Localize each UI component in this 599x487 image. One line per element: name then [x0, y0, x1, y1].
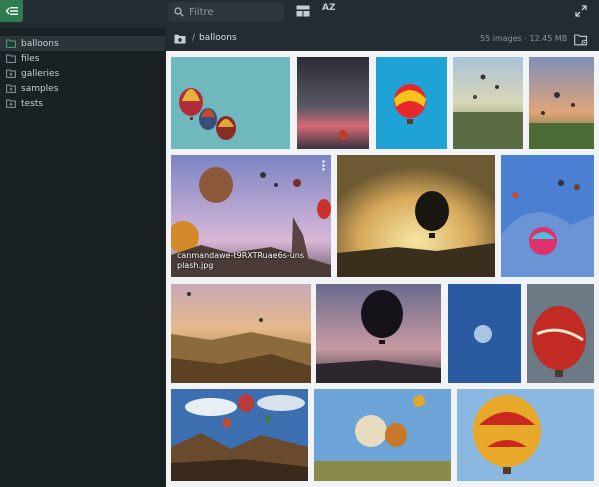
image-preview: [501, 155, 594, 277]
image-thumbnail[interactable]: [453, 57, 523, 149]
sidebar-item-label: tests: [21, 98, 43, 109]
layout-toggle-icon[interactable]: [296, 5, 310, 17]
image-thumbnail[interactable]: [337, 155, 495, 277]
image-grid: canmandawe-t9RXTRuae6s-unsplash.jpg: [166, 51, 599, 487]
image-thumbnail[interactable]: [527, 284, 594, 383]
image-preview: [527, 284, 594, 383]
image-preview: [457, 389, 594, 481]
image-preview: [448, 284, 521, 383]
image-filename: canmandawe-t9RXTRuae6s-unsplash.jpg: [177, 251, 305, 270]
image-preview: [529, 57, 594, 149]
image-thumbnail[interactable]: [376, 57, 447, 149]
sidebar-item-files[interactable]: files: [0, 51, 165, 66]
image-preview: [337, 155, 495, 277]
image-count: 55 images: [480, 34, 522, 43]
folder-plus-icon: [6, 84, 16, 93]
fullscreen-icon[interactable]: [575, 5, 587, 17]
image-preview: [171, 284, 311, 383]
image-thumbnail[interactable]: [314, 389, 451, 481]
menu-back-icon: [5, 7, 18, 15]
folder-open-icon: [6, 39, 16, 48]
sidebar-item-samples[interactable]: samples: [0, 81, 165, 96]
image-thumbnail[interactable]: [171, 57, 290, 149]
sidebar-item-label: samples: [21, 83, 59, 94]
folder-icon: [6, 54, 16, 63]
image-preview: [314, 389, 451, 481]
image-preview: [376, 57, 447, 149]
image-thumbnail[interactable]: [171, 284, 311, 383]
sidebar-item-balloons[interactable]: balloons: [0, 36, 165, 51]
folder-tree: balloons files galleries samples tests: [0, 28, 165, 487]
folder-settings-icon[interactable]: [574, 34, 588, 46]
folder-plus-icon: [6, 99, 16, 108]
image-thumbnail[interactable]: [316, 284, 441, 383]
more-options-icon[interactable]: [322, 160, 325, 171]
breadcrumb: / balloons 55 images · 12.45 MB: [166, 28, 599, 51]
file-gallery-app: AZ balloons files galleries: [0, 0, 599, 487]
image-preview: [316, 284, 441, 383]
sidebar-item-label: galleries: [21, 68, 60, 79]
folder-stats: 55 images · 12.45 MB: [480, 34, 568, 43]
image-thumbnail[interactable]: [529, 57, 594, 149]
image-preview: [171, 389, 308, 481]
sidebar-item-tests[interactable]: tests: [0, 96, 165, 111]
image-thumbnail[interactable]: [448, 284, 521, 383]
sort-button[interactable]: AZ: [322, 3, 336, 13]
image-preview: [453, 57, 523, 149]
search-icon: [174, 7, 184, 17]
image-thumbnail[interactable]: [457, 389, 594, 481]
image-preview: [171, 57, 290, 149]
sidebar-item-label: balloons: [21, 38, 59, 49]
folder-size: 12.45 MB: [529, 34, 568, 43]
search-input[interactable]: [189, 6, 279, 18]
image-thumbnail[interactable]: [501, 155, 594, 277]
sort-label: AZ: [322, 3, 336, 13]
sidebar-toggle-button[interactable]: [0, 0, 23, 22]
breadcrumb-current: balloons: [199, 33, 237, 43]
image-preview: [297, 57, 369, 149]
sidebar-item-galleries[interactable]: galleries: [0, 66, 165, 81]
top-toolbar: AZ: [0, 0, 599, 28]
folder-home-icon[interactable]: [174, 34, 186, 44]
image-thumbnail[interactable]: canmandawe-t9RXTRuae6s-unsplash.jpg: [171, 155, 331, 277]
sidebar-item-label: files: [21, 53, 40, 64]
breadcrumb-separator: /: [192, 33, 196, 43]
image-thumbnail[interactable]: [171, 389, 308, 481]
image-thumbnail[interactable]: [297, 57, 369, 149]
folder-plus-icon: [6, 69, 16, 78]
search-box[interactable]: [168, 2, 284, 22]
